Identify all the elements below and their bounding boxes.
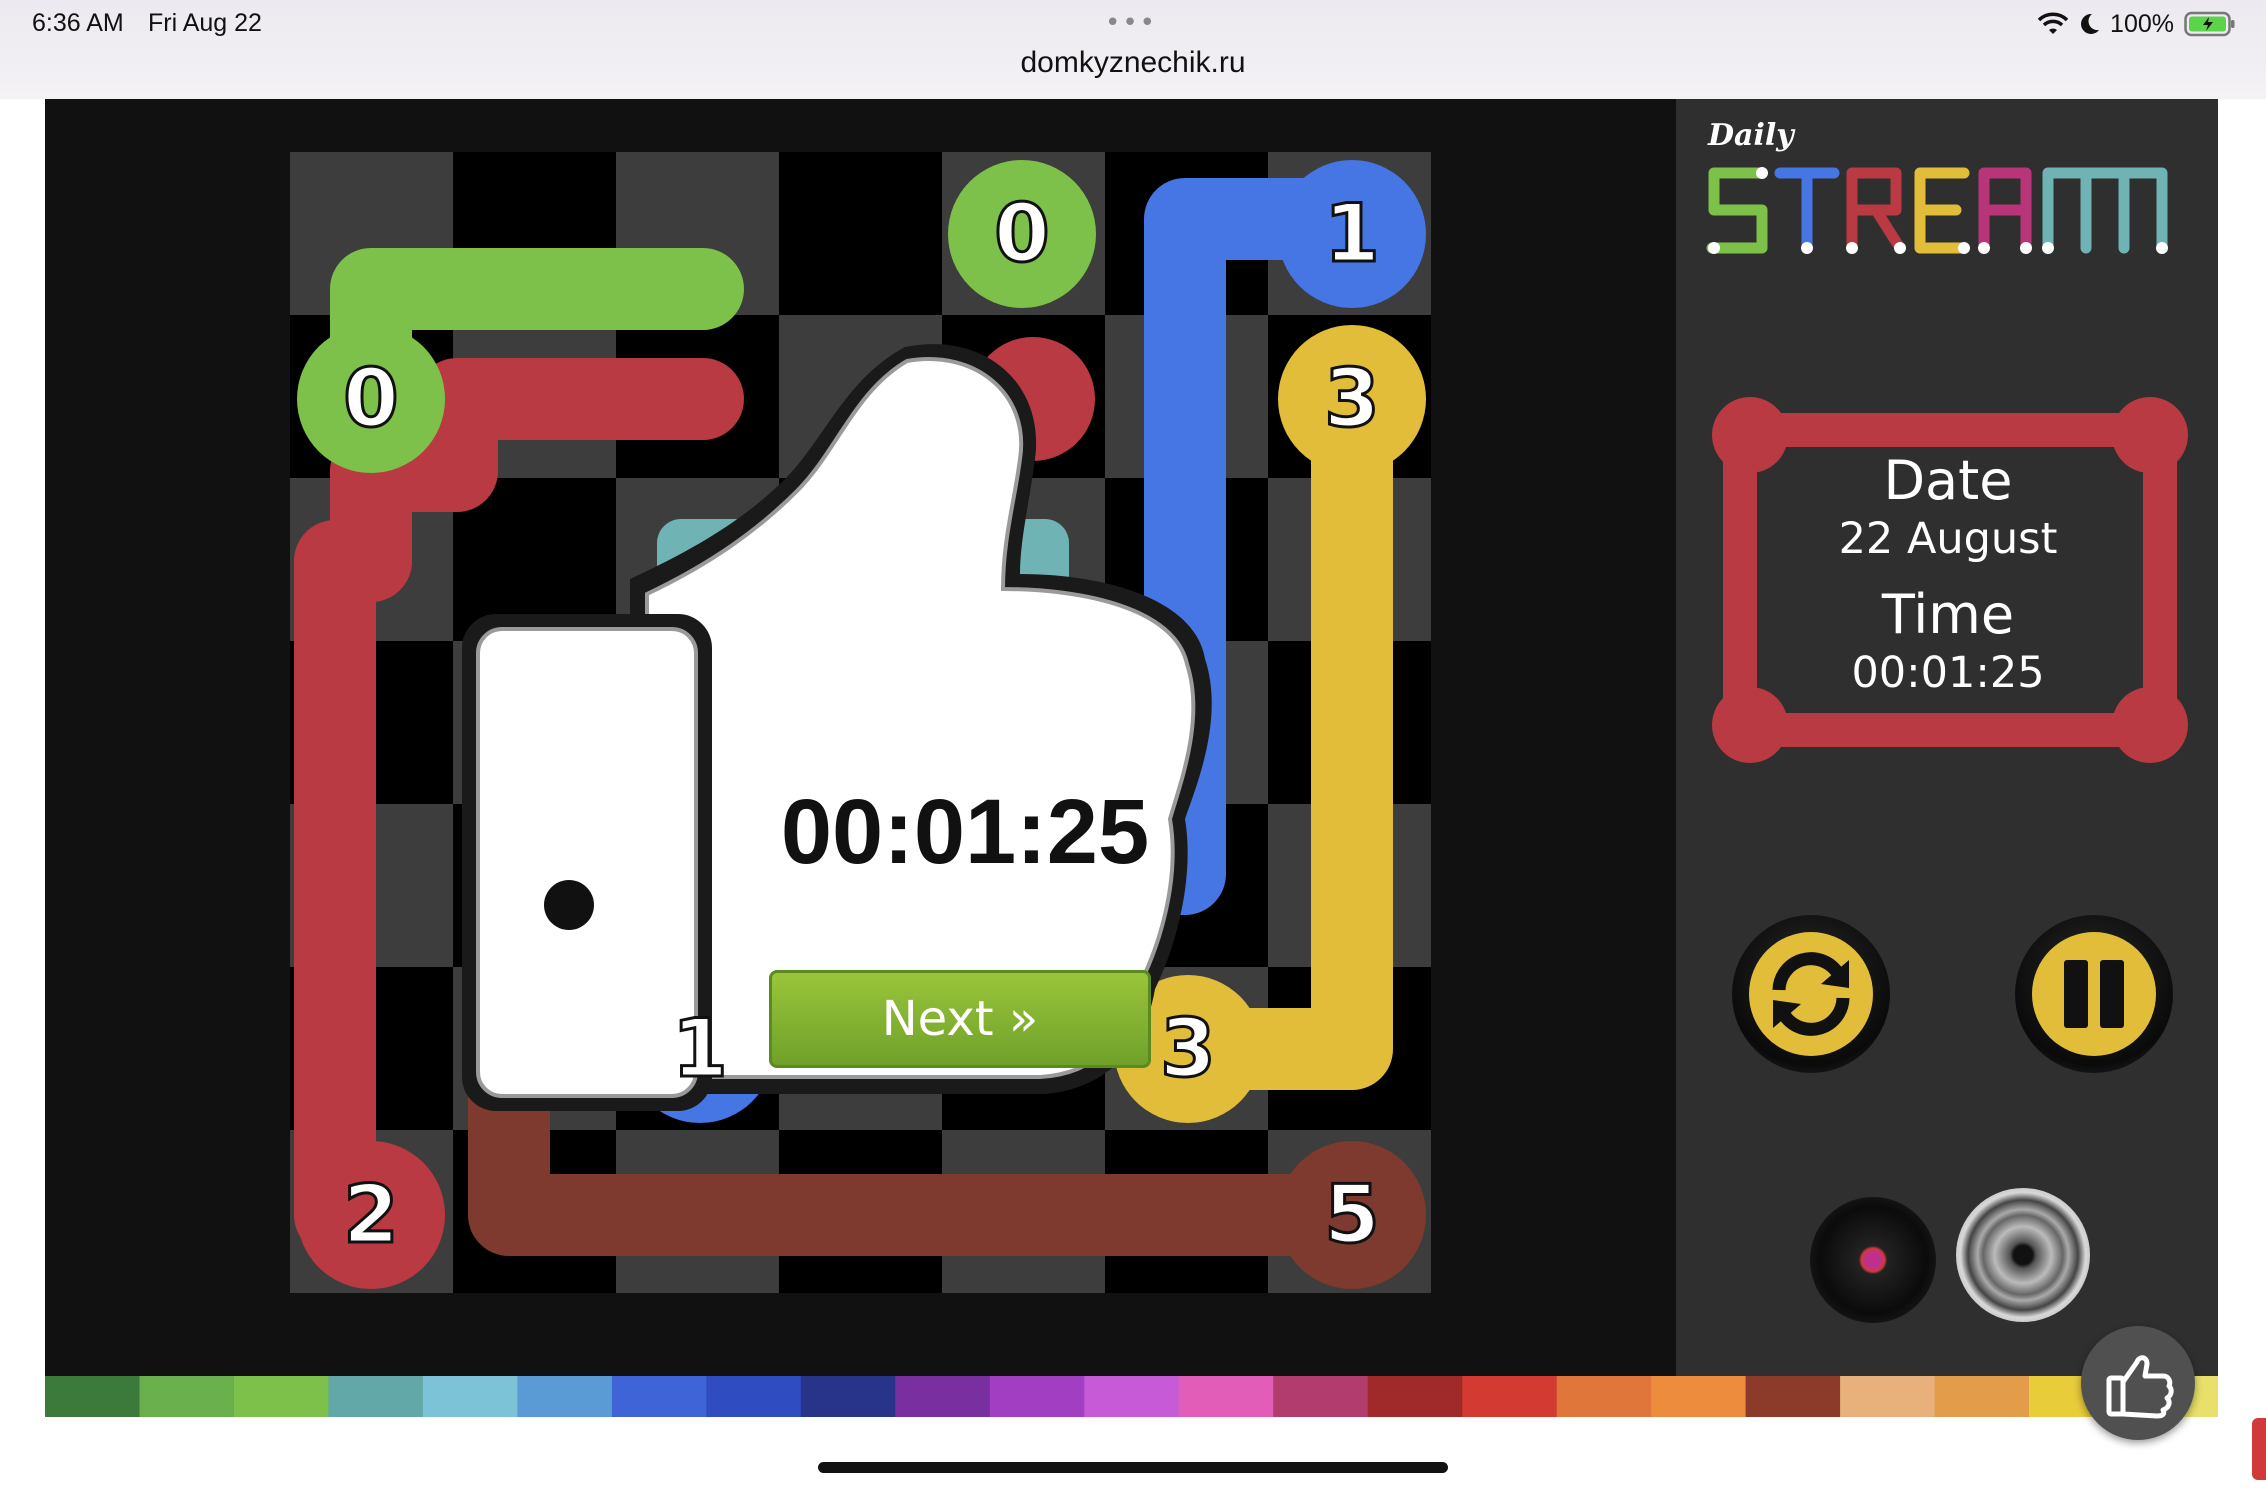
color-strip-segment	[1934, 1376, 2031, 1417]
next-button[interactable]: Next »	[769, 970, 1151, 1068]
moon-icon	[2081, 13, 2100, 34]
node-label: 0	[993, 187, 1052, 280]
color-strip-segment	[1840, 1376, 1936, 1417]
battery-icon	[2184, 11, 2235, 37]
color-strip-segment	[517, 1376, 613, 1417]
date-label: Date	[1883, 449, 2013, 512]
color-strip-segment	[895, 1376, 991, 1417]
pause-icon	[2064, 960, 2124, 1028]
color-strip-segment	[1556, 1376, 1653, 1417]
thumbs-up-icon	[2106, 1355, 2174, 1419]
date-value: 22 August	[1838, 514, 2058, 564]
pause-button[interactable]	[2015, 915, 2173, 1073]
color-strip-segment	[1367, 1376, 1464, 1417]
color-strip-segment	[989, 1376, 1086, 1417]
time-label: Time	[1881, 583, 2015, 646]
board-cell[interactable]	[779, 152, 942, 315]
pipe-red	[294, 520, 412, 1256]
color-strip-segment	[1273, 1376, 1369, 1417]
logo-stream-letters	[1706, 167, 2168, 254]
game-area: 0 0 1 1 2 3 3 5 00:01:25 Next »	[45, 99, 1676, 1376]
color-strip-segment	[139, 1376, 235, 1417]
refresh-icon	[1772, 952, 1850, 1036]
daily-stream-logo: Daily	[1700, 118, 2200, 288]
side-tab[interactable]	[2252, 1418, 2266, 1480]
record-button[interactable]	[1810, 1197, 1936, 1323]
color-strip-segment	[800, 1376, 897, 1417]
home-indicator[interactable]	[818, 1462, 1448, 1473]
address-bar-url[interactable]: domkyznechik.ru	[0, 46, 2266, 80]
node-label: 0	[342, 352, 401, 445]
speaker-icon[interactable]	[1956, 1188, 2090, 1322]
restart-button[interactable]	[1732, 915, 1890, 1073]
wifi-icon	[2038, 12, 2069, 34]
node-label: 2	[342, 1168, 401, 1261]
node-label: 5	[1323, 1168, 1382, 1261]
color-strip-segment	[1651, 1376, 1747, 1417]
color-strip-segment	[328, 1376, 424, 1417]
status-bar: 6:36 AM Fri Aug 22 ••• domkyznechik.ru 1…	[0, 0, 2266, 99]
color-strip-segment	[706, 1376, 802, 1417]
time-value: 00:01:25	[1851, 648, 2045, 698]
status-indicators: 100%	[2038, 9, 2236, 39]
like-button[interactable]	[2081, 1326, 2195, 1440]
color-strip-segment	[1745, 1376, 1842, 1417]
status-time: 6:36 AM	[32, 9, 124, 37]
multitasking-dots-icon[interactable]: •••	[1105, 8, 1157, 38]
color-strip-segment	[1462, 1376, 1558, 1417]
color-strip-segment	[1084, 1376, 1180, 1417]
node-label: 3	[1323, 352, 1382, 445]
color-strip-segment	[1178, 1376, 1275, 1417]
color-strip-segment	[45, 1376, 141, 1417]
color-strip-segment	[611, 1376, 708, 1417]
color-strip-segment	[234, 1376, 330, 1417]
node-label: 1	[1323, 187, 1382, 280]
info-panel: Date 22 August Time 00:01:25	[1758, 450, 2138, 700]
game-board[interactable]	[45, 99, 1676, 1376]
color-strip	[45, 1376, 2218, 1417]
battery-percent: 100%	[2110, 9, 2174, 38]
status-date: Fri Aug 22	[148, 9, 262, 37]
node-label: 1	[671, 1002, 730, 1095]
color-strip-segment	[422, 1376, 519, 1417]
win-timer: 00:01:25	[780, 781, 1150, 883]
